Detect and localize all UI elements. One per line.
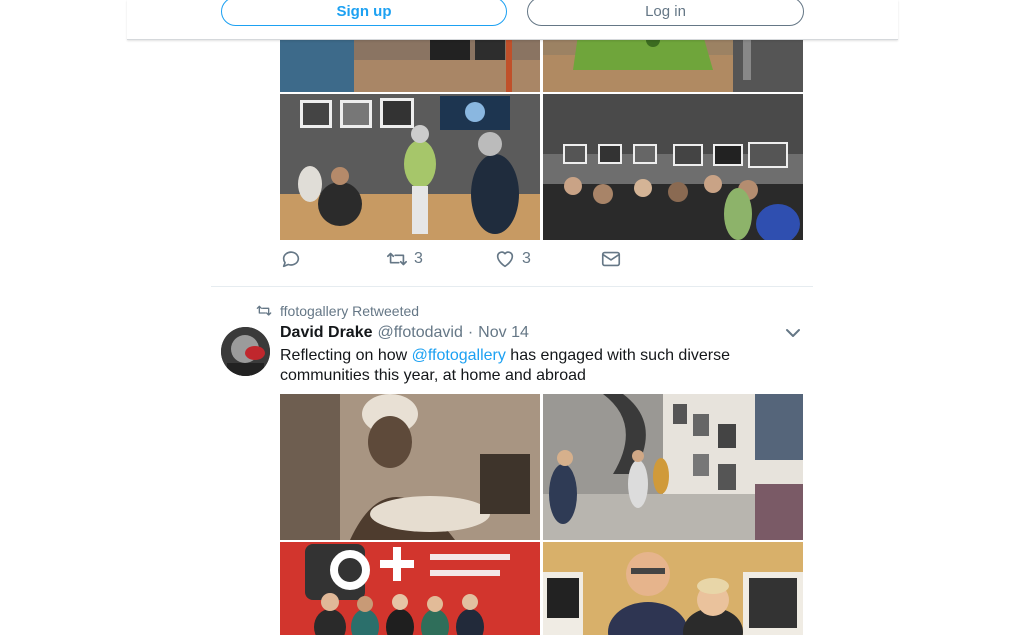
media-photo-photo-beijing-group[interactable]: [280, 542, 540, 635]
author-name[interactable]: David Drake: [280, 324, 373, 342]
retweet-context-icon: [256, 305, 272, 316]
header-separator: ·: [467, 324, 474, 341]
reply-icon: [282, 251, 300, 268]
media-photo-gallery-corridor[interactable]: [543, 394, 803, 540]
retweet-context: ffotogallery Retweeted: [256, 303, 419, 319]
retweet-count: 3: [414, 250, 423, 267]
reply-button[interactable]: [280, 248, 308, 270]
chevron-down-icon[interactable]: [784, 325, 802, 341]
tweet-divider: [211, 286, 813, 287]
like-icon: [496, 251, 514, 268]
author-handle[interactable]: @ffotodavid: [378, 324, 463, 342]
auth-bar: Sign up Log in: [127, 0, 898, 40]
media-photo-sepia-portrait[interactable]: [280, 394, 540, 540]
retweet-icon: [387, 252, 407, 266]
tweet-text-start: Reflecting on how: [280, 347, 412, 364]
avatar[interactable]: [221, 327, 270, 376]
media-photo-gallery-crowd[interactable]: [543, 94, 803, 240]
direct-message-icon: [601, 251, 621, 267]
direct-message-button[interactable]: [600, 248, 622, 270]
retweet-button[interactable]: 3: [386, 248, 423, 270]
tweet-header: David Drake @ffotodavid · Nov 14: [280, 324, 529, 342]
tweet1-action-bar: 3 3: [280, 248, 803, 274]
retweet-context-label[interactable]: ffotogallery Retweeted: [280, 303, 419, 319]
like-count: 3: [522, 250, 531, 267]
mention-link[interactable]: @ffotogallery: [412, 347, 506, 364]
like-button[interactable]: 3: [494, 248, 531, 270]
media-photo-gallery-wall-left[interactable]: [280, 94, 540, 240]
tweet2-media-grid: [280, 394, 803, 635]
tweet-text: Reflecting on how @ffotogallery has enga…: [280, 346, 760, 386]
log-in-button[interactable]: Log in: [527, 0, 804, 26]
media-photo-two-people-portrait[interactable]: [543, 542, 803, 635]
sign-up-button[interactable]: Sign up: [221, 0, 507, 26]
tweet-date[interactable]: Nov 14: [478, 324, 529, 342]
